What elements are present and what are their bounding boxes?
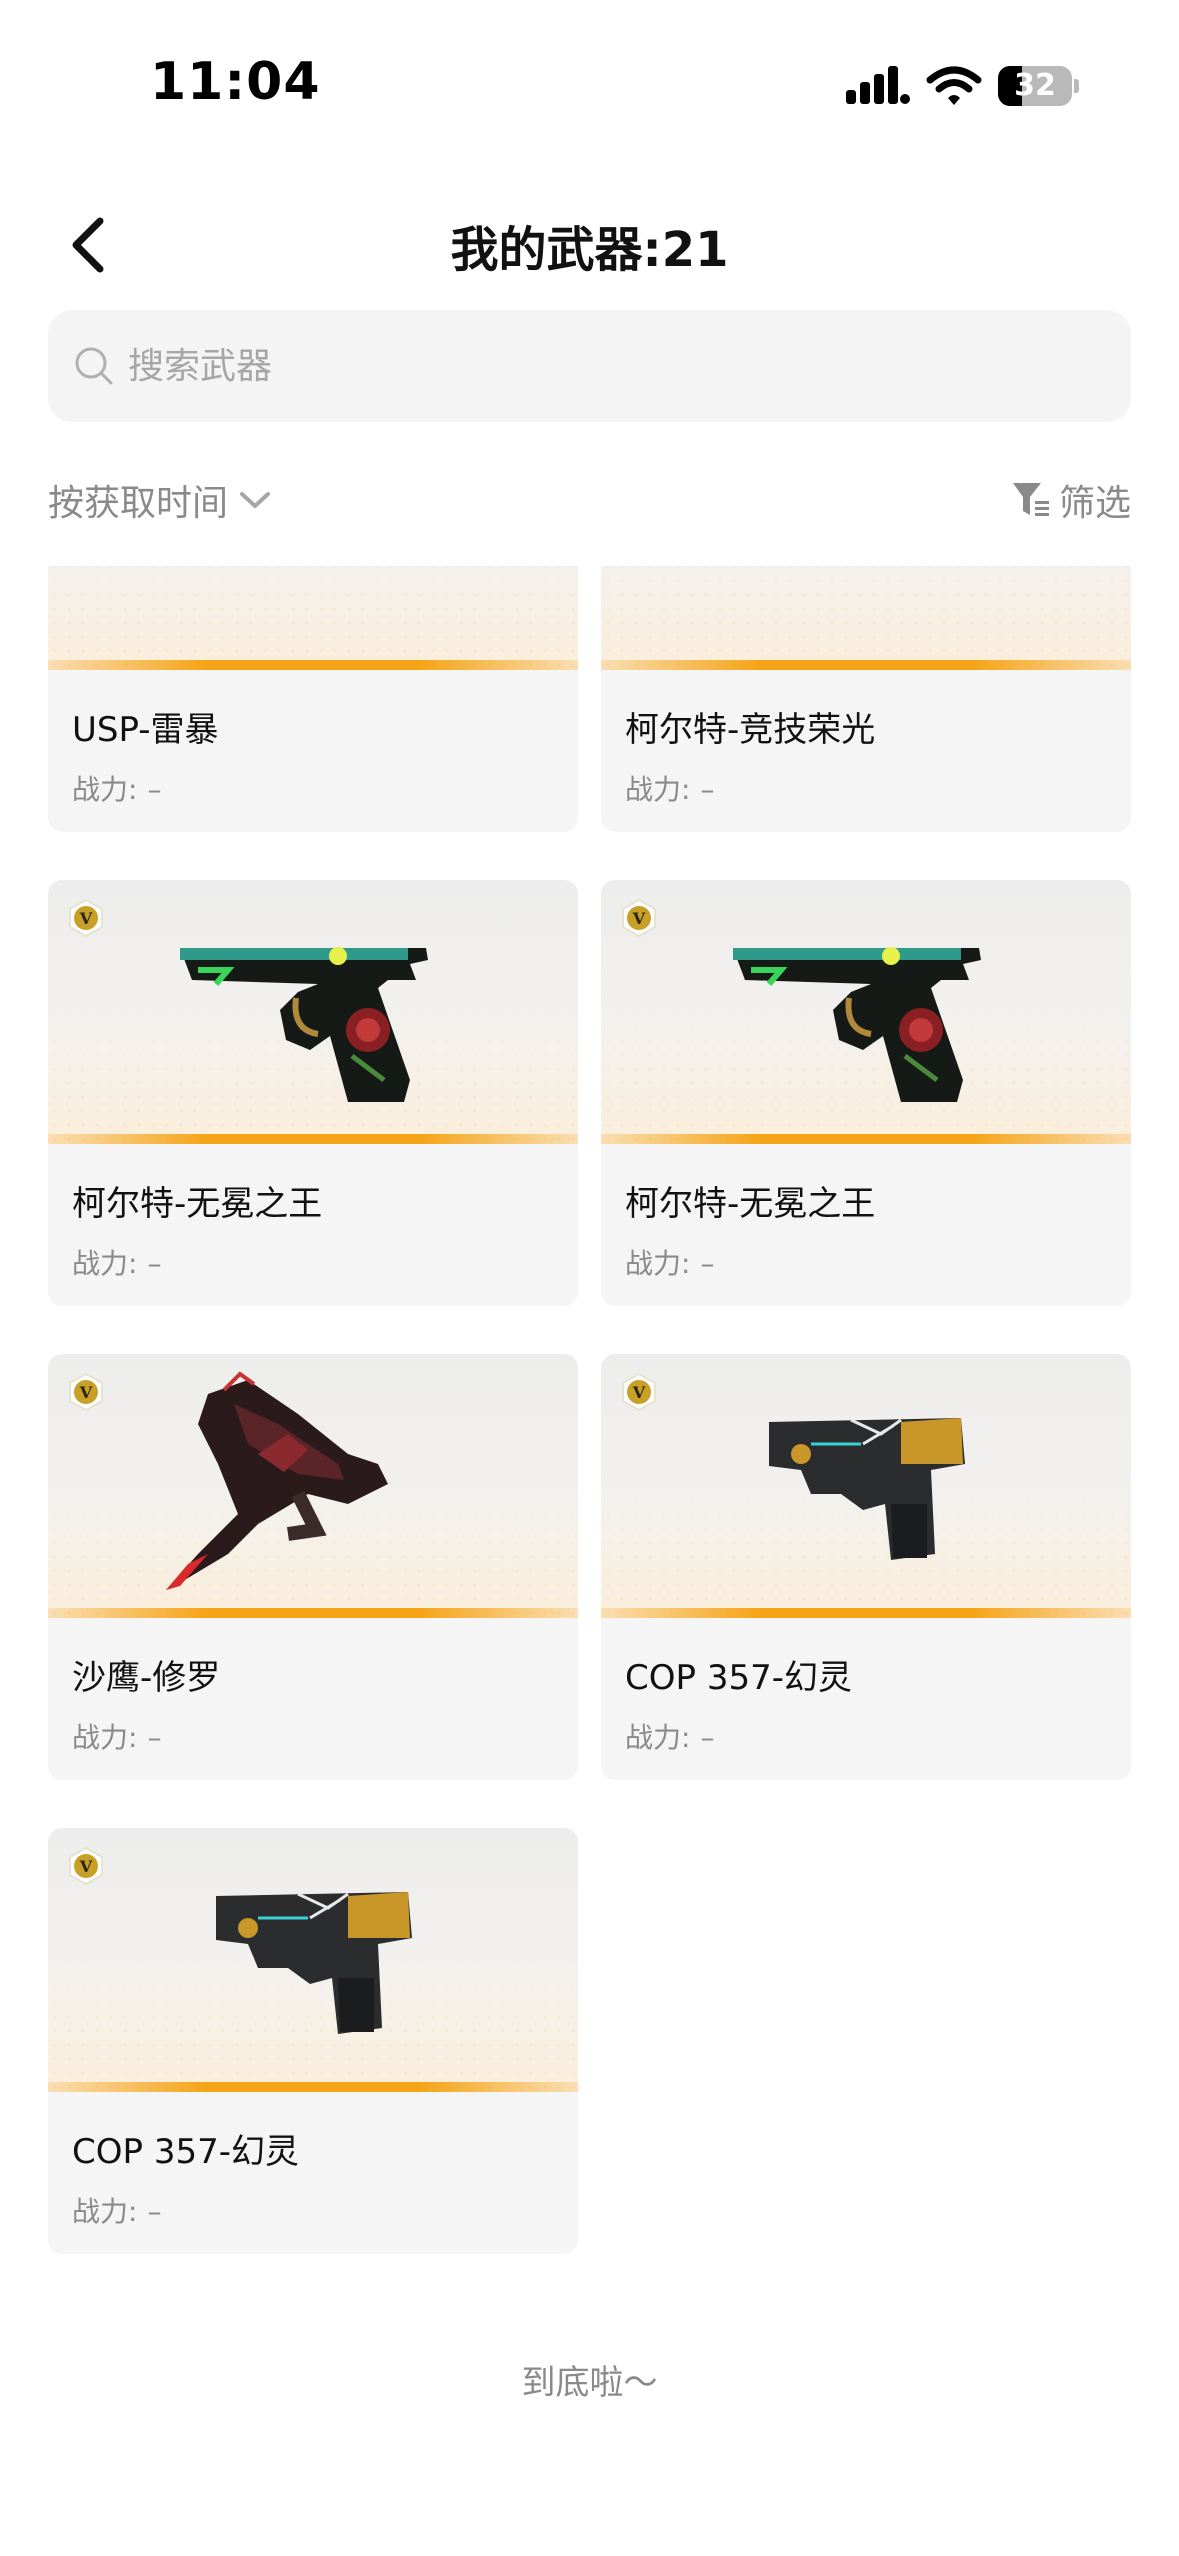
search-box[interactable] (48, 310, 1131, 422)
colt-pistol-rose-image (733, 947, 981, 1102)
power-label: 战力: (625, 1721, 691, 1754)
power-value: – (700, 1721, 715, 1754)
cop357-pistol-image (216, 1892, 412, 2034)
weapon-power: 战力: – (72, 1242, 161, 1282)
rarity-bar (48, 1608, 578, 1618)
weapon-name: 柯尔特-无冕之王 (625, 1184, 876, 1224)
power-label: 战力: (72, 773, 138, 806)
power-label: 战力: (625, 773, 691, 806)
weapon-list[interactable]: USP-雷暴 战力: – 柯尔特-竞技荣光 战力: – V 柯尔特-无冕之王 战… (0, 566, 1179, 2356)
rarity-bar (48, 2082, 578, 2092)
rarity-bar (48, 660, 578, 670)
power-value: – (147, 2195, 162, 2228)
rarity-bar (601, 1608, 1131, 1618)
page-title: 我的武器:21 (450, 222, 729, 278)
weapon-power: 战力: – (72, 2190, 161, 2230)
weapon-power: 战力: – (625, 1716, 714, 1756)
rarity-bar (601, 660, 1131, 670)
weapon-image: V (601, 1354, 1131, 1618)
weapon-card[interactable]: USP-雷暴 战力: – (48, 566, 578, 832)
battery-indicator: 32 (998, 66, 1079, 106)
power-value: – (147, 773, 162, 806)
status-time: 11:04 (150, 52, 321, 112)
weapon-card[interactable]: V 柯尔特-无冕之王 战力: – (601, 880, 1131, 1306)
filter-button[interactable]: 筛选 (1011, 470, 1131, 530)
weapon-image (601, 566, 1131, 670)
weapon-card[interactable]: V 沙鹰-修罗 战力: – (48, 1354, 578, 1780)
weapon-name: COP 357-幻灵 (625, 1658, 852, 1698)
battery-percent: 32 (1014, 68, 1056, 103)
sort-label: 按获取时间 (48, 483, 229, 524)
colt-pistol-purple-image (601, 566, 1131, 670)
rarity-bar (48, 1134, 578, 1144)
weapon-power: 战力: – (625, 1242, 714, 1282)
weapon-name: 柯尔特-竞技荣光 (625, 710, 876, 750)
weapon-card[interactable]: V COP 357-幻灵 战力: – (601, 1354, 1131, 1780)
weapon-name: 柯尔特-无冕之王 (72, 1184, 323, 1224)
weapon-image: V (48, 1828, 578, 2092)
weapon-name: COP 357-幻灵 (72, 2132, 299, 2172)
weapon-power: 战力: – (72, 768, 161, 808)
battery-body: 32 (998, 66, 1072, 106)
search-input[interactable] (128, 345, 1028, 387)
battery-tip (1074, 79, 1079, 93)
weapon-name: USP-雷暴 (72, 710, 219, 750)
weapon-image (48, 566, 578, 670)
weapon-card[interactable]: 柯尔特-竞技荣光 战力: – (601, 566, 1131, 832)
cellular-signal-icon (846, 66, 910, 104)
status-bar: 11:04 32 (0, 0, 1179, 150)
weapon-grid: USP-雷暴 战力: – 柯尔特-竞技荣光 战力: – V 柯尔特-无冕之王 战… (48, 566, 1131, 2254)
weapon-image: V (48, 1354, 578, 1618)
power-label: 战力: (72, 1247, 138, 1280)
usp-pistol-image (48, 566, 578, 670)
power-value: – (700, 773, 715, 806)
weapon-name: 沙鹰-修罗 (72, 1658, 221, 1698)
cop357-pistol-image (769, 1418, 965, 1560)
filter-label: 筛选 (1058, 483, 1131, 524)
power-label: 战力: (625, 1247, 691, 1280)
weapon-power: 战力: – (72, 1716, 161, 1756)
power-label: 战力: (72, 1721, 138, 1754)
search-icon (75, 347, 113, 385)
colt-pistol-rose-image (180, 947, 428, 1102)
rarity-bar (601, 1134, 1131, 1144)
power-value: – (700, 1247, 715, 1280)
weapon-card[interactable]: V 柯尔特-无冕之王 战力: – (48, 880, 578, 1306)
weapon-image: V (601, 880, 1131, 1144)
chevron-down-icon (240, 492, 271, 508)
filter-icon (1012, 483, 1049, 516)
weapon-power: 战力: – (625, 768, 714, 808)
power-label: 战力: (72, 2195, 138, 2228)
wifi-icon (926, 66, 982, 105)
power-value: – (147, 1721, 162, 1754)
power-value: – (147, 1247, 162, 1280)
desert-eagle-blade-image (166, 1371, 388, 1590)
weapon-image: V (48, 880, 578, 1144)
end-of-list-text: 到底啦～ (521, 2363, 658, 2403)
weapon-card[interactable]: V COP 357-幻灵 战力: – (48, 1828, 578, 2254)
sort-dropdown[interactable]: 按获取时间 (48, 470, 272, 530)
